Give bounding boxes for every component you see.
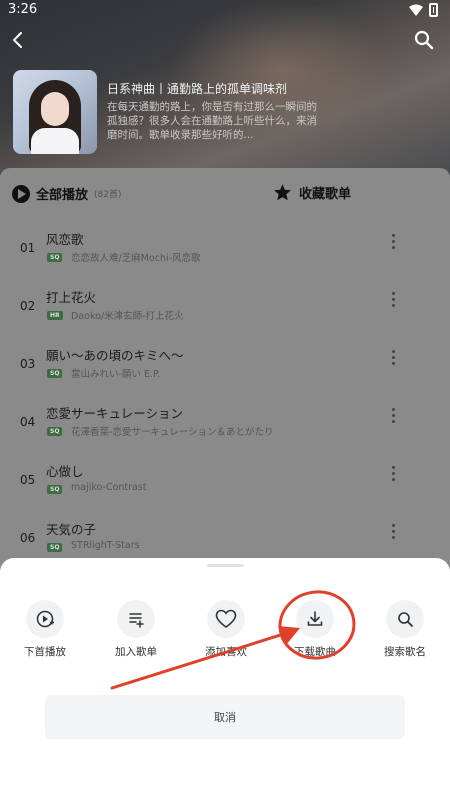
quality-badge: SQ [47, 369, 63, 378]
song-title: 恋愛サーキュレーション [46, 406, 184, 421]
download-label: 下载歌曲 [294, 646, 336, 658]
song-subtitle: STRlighT-Stars [71, 540, 140, 551]
quality-badge: SQ [47, 543, 63, 552]
song-index: 04 [20, 415, 36, 429]
back-icon[interactable] [6, 28, 30, 52]
quality-badge: HR [47, 311, 63, 320]
song-title: 风恋歌 [46, 232, 84, 247]
song-index: 05 [20, 473, 36, 487]
song-row[interactable]: 02 打上花火 HR Daoko/米津玄師-打上花火 [0, 278, 450, 336]
action-sheet: 下首播放 加入歌单 添加喜欢 下载歌曲 搜索歌名 取消 [0, 558, 450, 800]
download-icon [296, 600, 334, 638]
search-song-label: 搜索歌名 [384, 646, 426, 658]
status-icons [409, 3, 438, 17]
play-next-label: 下首播放 [24, 646, 66, 658]
search-icon[interactable] [412, 28, 436, 52]
song-subtitle: 花澤香菜-恋愛サーキュレーション＆あとがたり [71, 427, 274, 438]
search-icon [386, 600, 424, 638]
song-subtitle: majiko-Contrast [71, 482, 147, 493]
song-index: 03 [20, 357, 36, 371]
search-song-button[interactable]: 搜索歌名 [365, 600, 445, 659]
quality-badge: SQ [47, 485, 63, 494]
star-icon [274, 184, 291, 201]
song-index: 02 [20, 299, 36, 313]
play-next-icon [26, 600, 64, 638]
song-index: 06 [20, 531, 36, 545]
quality-badge: SQ [47, 427, 63, 436]
song-index: 01 [20, 241, 36, 255]
song-row[interactable]: 05 心做し SQ majiko-Contrast [0, 452, 450, 510]
playlist-cover[interactable] [13, 70, 97, 154]
song-subtitle: 當山みれい-願い E.P. [71, 369, 161, 380]
more-icon[interactable] [389, 466, 397, 484]
sheet-handle[interactable] [207, 564, 244, 567]
more-icon[interactable] [389, 408, 397, 426]
song-row[interactable]: 04 恋愛サーキュレーション SQ 花澤香菜-恋愛サーキュレーション＆あとがたり [0, 394, 450, 452]
add-to-playlist-button[interactable]: 加入歌单 [96, 600, 176, 659]
song-row[interactable]: 01 风恋歌 SQ 恋恋故人难/芝麻Mochi-风恋歌 [0, 220, 450, 278]
playlist-title: 日系神曲丨通勤路上的孤单调味剂 [107, 82, 288, 96]
download-button[interactable]: 下载歌曲 [275, 600, 355, 659]
status-bar: 3:26 [0, 0, 450, 22]
quality-badge: SQ [47, 253, 63, 262]
cancel-button[interactable]: 取消 [45, 695, 405, 739]
play-all-label: 全部播放 [36, 188, 89, 203]
play-all-button[interactable]: 全部播放 (82首) [12, 184, 122, 203]
song-title: 願い～あの頃のキミへ～ [46, 348, 184, 363]
add-to-playlist-label: 加入歌单 [115, 646, 157, 658]
wifi-icon [409, 4, 423, 16]
like-button[interactable]: 添加喜欢 [186, 600, 266, 659]
collect-label: 收藏歌单 [299, 187, 352, 202]
play-next-button[interactable]: 下首播放 [5, 600, 85, 659]
cover-shirt [31, 128, 79, 154]
song-row[interactable]: 03 願い～あの頃のキミへ～ SQ 當山みれい-願い E.P. [0, 336, 450, 394]
song-title: 天気の子 [46, 522, 97, 537]
status-time: 3:26 [8, 2, 38, 17]
song-count: (82首) [94, 190, 122, 200]
collect-playlist-button[interactable]: 收藏歌单 [273, 183, 351, 202]
more-icon[interactable] [389, 350, 397, 368]
cover-face [41, 92, 69, 126]
playlist-description[interactable]: 在每天通勤的路上，你是否有过那么一瞬间的孤独感？很多人会在通勤路上听些什么，来消… [107, 100, 319, 142]
like-label: 添加喜欢 [205, 646, 247, 658]
play-circle-icon [12, 184, 30, 203]
song-subtitle: Daoko/米津玄師-打上花火 [71, 311, 184, 322]
more-icon[interactable] [389, 292, 397, 310]
song-subtitle: 恋恋故人难/芝麻Mochi-风恋歌 [71, 253, 201, 264]
more-icon[interactable] [389, 234, 397, 252]
heart-icon [207, 600, 245, 638]
add-to-playlist-icon [117, 600, 155, 638]
song-title: 心做し [46, 464, 84, 479]
more-icon[interactable] [389, 524, 397, 542]
battery-icon [429, 3, 438, 17]
song-title: 打上花火 [46, 290, 97, 305]
list-header: 全部播放 (82首) 收藏歌单 [0, 168, 450, 220]
